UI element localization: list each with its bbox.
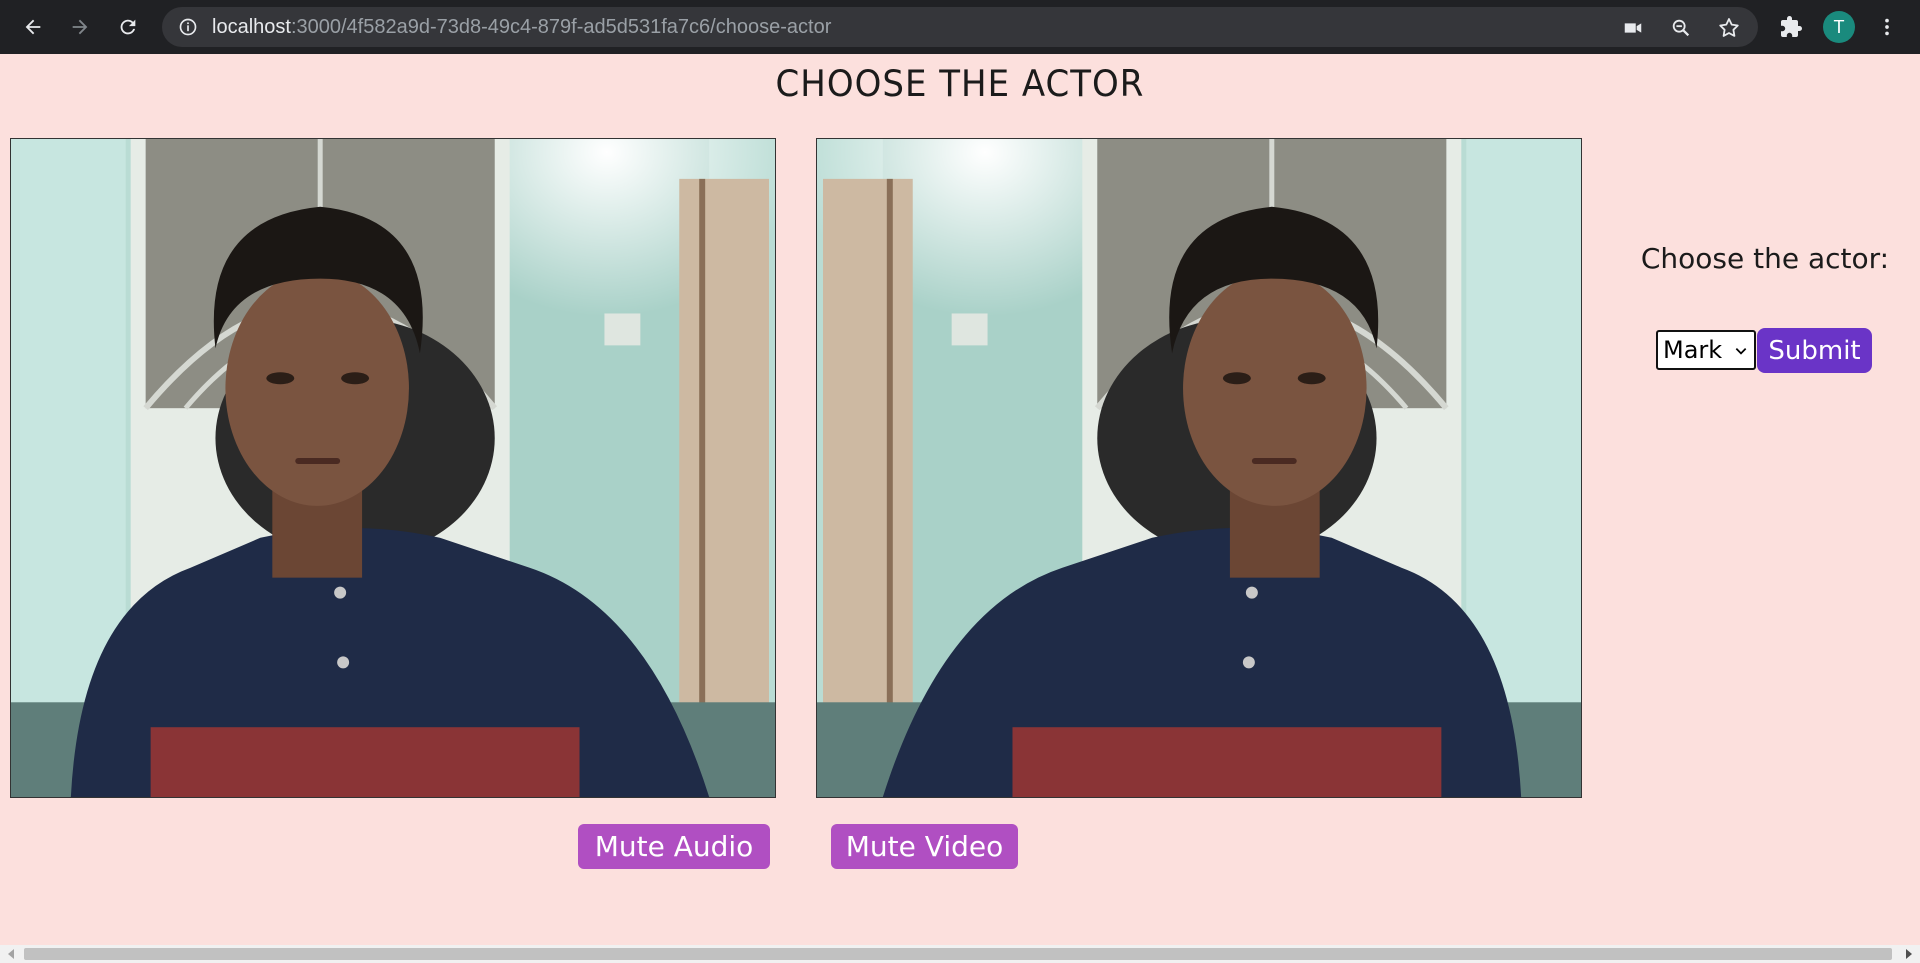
mute-video-button[interactable]: Mute Video bbox=[831, 824, 1018, 869]
actor-select-value: Mark bbox=[1663, 336, 1723, 364]
scroll-right-arrow[interactable] bbox=[1900, 945, 1918, 963]
back-icon bbox=[25, 19, 41, 35]
reload-button[interactable] bbox=[111, 10, 145, 44]
webcam-frame-mirrored bbox=[817, 139, 1581, 797]
zoom-indicator[interactable] bbox=[1668, 15, 1694, 41]
url-path: :3000/4f582a9d-73d8-49c4-879f-ad5d531fa7… bbox=[290, 16, 832, 38]
actor-select[interactable]: Mark bbox=[1656, 330, 1756, 370]
extensions-icon bbox=[1781, 16, 1802, 37]
url-host: localhost bbox=[212, 16, 291, 38]
scroll-left-arrow[interactable] bbox=[2, 945, 20, 963]
submit-button[interactable]: Submit bbox=[1757, 328, 1872, 373]
page-title: CHOOSE THE ACTOR bbox=[775, 62, 1145, 106]
mute-audio-button[interactable]: Mute Audio bbox=[578, 824, 770, 869]
camera-indicator[interactable] bbox=[1620, 15, 1646, 41]
chevron-down-icon bbox=[1735, 348, 1747, 355]
scroll-thumb[interactable] bbox=[24, 948, 1892, 960]
choose-actor-label: Choose the actor: bbox=[1640, 242, 1890, 275]
back-button[interactable] bbox=[16, 10, 50, 44]
zoom-icon bbox=[1672, 19, 1690, 37]
reload-icon bbox=[120, 19, 136, 35]
browser-toolbar: localhost:3000/4f582a9d-73d8-49c4-879f-a… bbox=[0, 0, 1920, 54]
local-video-feed bbox=[10, 138, 776, 798]
address-bar[interactable]: localhost:3000/4f582a9d-73d8-49c4-879f-a… bbox=[162, 7, 1758, 47]
extensions-button[interactable] bbox=[1774, 10, 1808, 44]
profile-button[interactable]: T bbox=[1822, 10, 1856, 44]
forward-icon bbox=[72, 19, 88, 35]
remote-video-feed bbox=[816, 138, 1582, 798]
url-text[interactable]: localhost:3000/4f582a9d-73d8-49c4-879f-a… bbox=[212, 16, 831, 39]
browser-menu-button[interactable] bbox=[1870, 10, 1904, 44]
info-icon[interactable] bbox=[178, 17, 198, 37]
camera-icon bbox=[1624, 23, 1642, 33]
forward-button[interactable] bbox=[63, 10, 97, 44]
avatar: T bbox=[1823, 11, 1855, 43]
right-arrow-icon bbox=[1906, 949, 1912, 959]
star-icon bbox=[1719, 18, 1739, 37]
menu-icon bbox=[1885, 18, 1889, 36]
bookmark-button[interactable] bbox=[1716, 15, 1742, 41]
webcam-frame bbox=[11, 139, 775, 797]
horizontal-scrollbar[interactable] bbox=[0, 945, 1920, 963]
left-arrow-icon bbox=[8, 949, 14, 959]
